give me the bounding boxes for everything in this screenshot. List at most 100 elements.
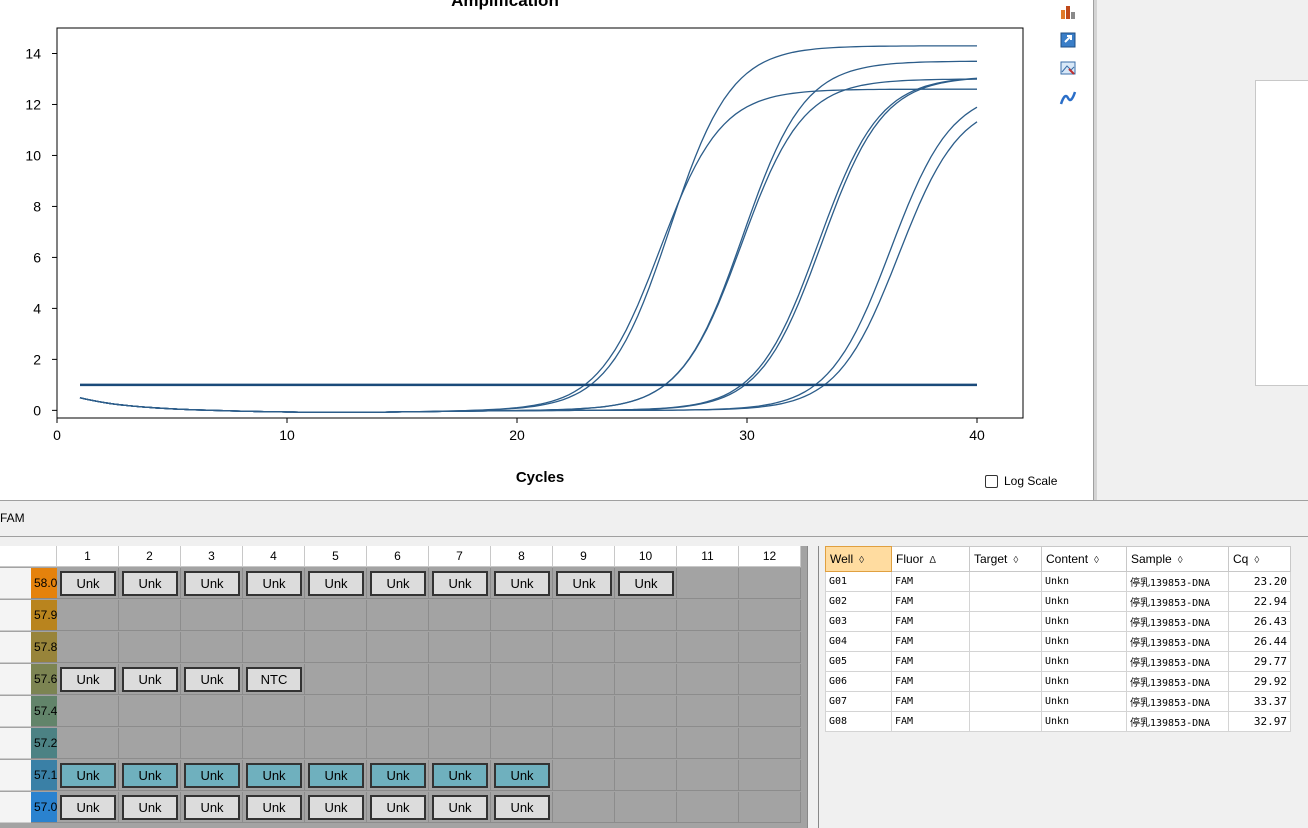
plate-well[interactable] bbox=[739, 696, 801, 727]
plate-well[interactable] bbox=[367, 632, 429, 663]
plate-well[interactable] bbox=[615, 728, 677, 759]
plate-well[interactable] bbox=[553, 792, 615, 823]
plate-well[interactable]: Unk bbox=[491, 760, 553, 791]
plate-column-header[interactable]: 12 bbox=[739, 546, 801, 567]
plate-well[interactable] bbox=[491, 664, 553, 695]
plate-column-header[interactable]: 6 bbox=[367, 546, 429, 567]
plate-well[interactable]: Unk bbox=[243, 760, 305, 791]
plate-well[interactable] bbox=[57, 728, 119, 759]
sort-icon[interactable]: ◊ bbox=[1254, 555, 1259, 566]
table-row[interactable]: G03 FAM Unkn 停乳139853-DNA 26.43 bbox=[825, 611, 1291, 632]
plate-well[interactable] bbox=[305, 600, 367, 631]
plate-well[interactable]: Unk bbox=[429, 792, 491, 823]
sort-icon[interactable]: ◊ bbox=[1013, 555, 1018, 566]
plate-well[interactable] bbox=[739, 792, 801, 823]
table-row[interactable]: G07 FAM Unkn 停乳139853-DNA 33.37 bbox=[825, 691, 1291, 712]
table-row[interactable]: G05 FAM Unkn 停乳139853-DNA 29.77 bbox=[825, 651, 1291, 672]
plate-well[interactable] bbox=[615, 632, 677, 663]
plate-well[interactable] bbox=[677, 760, 739, 791]
plate-well[interactable] bbox=[677, 696, 739, 727]
plate-well[interactable]: Unk bbox=[491, 792, 553, 823]
plate-well[interactable] bbox=[739, 568, 801, 599]
plate-column-header[interactable]: 4 bbox=[243, 546, 305, 567]
plate-well[interactable] bbox=[243, 728, 305, 759]
plate-well[interactable]: Unk bbox=[119, 792, 181, 823]
plate-well[interactable]: Unk bbox=[57, 664, 119, 695]
plate-well[interactable]: Unk bbox=[553, 568, 615, 599]
plate-well[interactable] bbox=[429, 600, 491, 631]
column-header-well[interactable]: Well ◊ bbox=[825, 546, 892, 572]
plate-well[interactable] bbox=[119, 600, 181, 631]
plate-well[interactable] bbox=[491, 696, 553, 727]
plate-well[interactable]: Unk bbox=[429, 568, 491, 599]
plate-column-header[interactable]: 5 bbox=[305, 546, 367, 567]
plate-well[interactable] bbox=[677, 568, 739, 599]
plate-row-header[interactable] bbox=[0, 760, 31, 791]
plate-well[interactable] bbox=[491, 600, 553, 631]
plate-well[interactable] bbox=[181, 600, 243, 631]
plate-well[interactable] bbox=[429, 728, 491, 759]
chart-type-icon[interactable] bbox=[1058, 2, 1078, 22]
plate-row-header[interactable] bbox=[0, 728, 31, 759]
plate-row-header[interactable] bbox=[0, 568, 31, 599]
plate-row-header[interactable] bbox=[0, 664, 31, 695]
plate-well[interactable] bbox=[739, 600, 801, 631]
plate-well[interactable] bbox=[491, 728, 553, 759]
plate-well[interactable] bbox=[305, 632, 367, 663]
plate-well[interactable] bbox=[553, 600, 615, 631]
plate-well[interactable]: Unk bbox=[429, 760, 491, 791]
curve-icon[interactable] bbox=[1058, 88, 1078, 108]
plate-row-header[interactable] bbox=[0, 632, 31, 663]
plate-well[interactable] bbox=[429, 696, 491, 727]
plate-well[interactable] bbox=[553, 728, 615, 759]
plate-well[interactable]: Unk bbox=[181, 568, 243, 599]
plate-well[interactable] bbox=[119, 632, 181, 663]
plate-well[interactable] bbox=[243, 696, 305, 727]
checkbox-box[interactable] bbox=[985, 474, 998, 488]
plate-well[interactable]: Unk bbox=[119, 568, 181, 599]
plate-well[interactable] bbox=[553, 632, 615, 663]
plate-well[interactable] bbox=[739, 664, 801, 695]
plate-well[interactable]: Unk bbox=[243, 792, 305, 823]
plate-column-header[interactable]: 2 bbox=[119, 546, 181, 567]
column-header-sample[interactable]: Sample ◊ bbox=[1126, 546, 1229, 572]
plate-well[interactable] bbox=[305, 728, 367, 759]
plate-row-header[interactable] bbox=[0, 600, 31, 631]
column-header-target[interactable]: Target ◊ bbox=[969, 546, 1042, 572]
sort-icon[interactable]: Δ bbox=[929, 555, 936, 566]
table-splitter[interactable] bbox=[808, 546, 818, 828]
plate-well[interactable]: Unk bbox=[615, 568, 677, 599]
plate-well[interactable] bbox=[553, 664, 615, 695]
plate-well[interactable]: Unk bbox=[181, 664, 243, 695]
table-row[interactable]: G02 FAM Unkn 停乳139853-DNA 22.94 bbox=[825, 591, 1291, 612]
plate-well[interactable] bbox=[367, 664, 429, 695]
sort-icon[interactable]: ◊ bbox=[1178, 555, 1183, 566]
plate-well[interactable] bbox=[57, 600, 119, 631]
export-icon[interactable] bbox=[1058, 30, 1078, 50]
plate-well[interactable] bbox=[243, 600, 305, 631]
plate-well[interactable] bbox=[677, 600, 739, 631]
sort-icon[interactable]: ◊ bbox=[859, 555, 864, 566]
plate-well[interactable] bbox=[305, 696, 367, 727]
plate-well[interactable]: Unk bbox=[119, 664, 181, 695]
sort-icon[interactable]: ◊ bbox=[1094, 555, 1099, 566]
plate-well[interactable] bbox=[739, 728, 801, 759]
plate-well[interactable] bbox=[367, 728, 429, 759]
table-row[interactable]: G06 FAM Unkn 停乳139853-DNA 29.92 bbox=[825, 671, 1291, 692]
plate-column-header[interactable]: 9 bbox=[553, 546, 615, 567]
plate-well[interactable] bbox=[615, 760, 677, 791]
plate-well[interactable] bbox=[367, 696, 429, 727]
plate-well[interactable]: NTC bbox=[243, 664, 305, 695]
plate-well[interactable] bbox=[553, 696, 615, 727]
plate-well[interactable]: Unk bbox=[305, 792, 367, 823]
plate-well[interactable]: Unk bbox=[367, 760, 429, 791]
plate-well[interactable]: Unk bbox=[367, 568, 429, 599]
plate-well[interactable]: Unk bbox=[367, 792, 429, 823]
plate-well[interactable] bbox=[429, 664, 491, 695]
horizontal-splitter[interactable] bbox=[0, 500, 1308, 506]
plate-well[interactable] bbox=[181, 696, 243, 727]
plate-well[interactable]: Unk bbox=[491, 568, 553, 599]
plate-well[interactable] bbox=[119, 728, 181, 759]
plate-well[interactable] bbox=[491, 632, 553, 663]
plate-well[interactable]: Unk bbox=[243, 568, 305, 599]
